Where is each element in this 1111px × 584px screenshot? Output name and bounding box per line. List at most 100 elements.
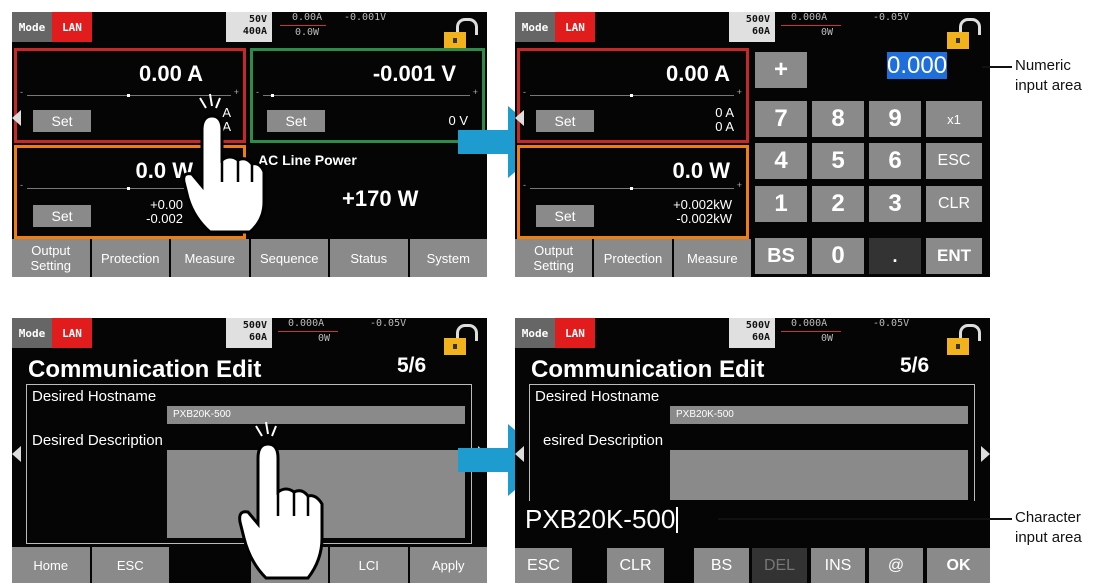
description-field[interactable]: [670, 450, 968, 500]
mode-indicator[interactable]: Mode: [12, 318, 52, 348]
lock-icon[interactable]: [444, 324, 478, 362]
screen-character-input: Mode LAN 500V 60A 0.000A 0W -0.05V Commun…: [515, 318, 990, 583]
current-setting-box[interactable]: 0.00 A Set 0 A0 A: [517, 48, 749, 143]
key-plus[interactable]: +: [755, 52, 807, 88]
numeric-display[interactable]: 0.000: [887, 52, 948, 80]
page-left-icon[interactable]: [12, 110, 21, 126]
current-limit-plus: 0 A: [715, 105, 734, 120]
key-backspace[interactable]: BS: [755, 238, 807, 274]
tab-bar: Output Setting Protection Measure: [515, 239, 751, 277]
numeric-input-annotation: Numeric input area: [1015, 57, 1082, 94]
tab-bar: Output Setting Protection Measure Sequen…: [12, 239, 487, 277]
power-limit-minus: -0.002kW: [676, 211, 732, 226]
character-input-field[interactable]: PXB20K-500: [525, 504, 679, 535]
mode-indicator[interactable]: Mode: [515, 12, 555, 42]
current-value: 0.00 A: [665, 61, 730, 86]
power-value: 0.0 W: [672, 158, 730, 183]
page-left-icon[interactable]: [515, 110, 524, 126]
current-limit-minus: 0 A: [715, 119, 734, 134]
key-6[interactable]: 6: [869, 143, 921, 179]
rating-voltage: 500V: [745, 320, 770, 331]
lan-indicator: LAN: [555, 12, 595, 42]
lan-indicator: LAN: [555, 318, 595, 348]
character-input-value: PXB20K-500: [525, 504, 676, 534]
tab-measure[interactable]: Measure: [673, 239, 751, 277]
lock-icon[interactable]: [947, 18, 981, 56]
power-set-button[interactable]: Set: [33, 205, 91, 227]
tab-apply[interactable]: Apply: [409, 547, 487, 583]
tab-protection[interactable]: Protection: [594, 239, 672, 277]
voltage-setting-box[interactable]: -0.001 V Set 0 V: [250, 48, 485, 143]
rating-display: 500V 60A: [729, 318, 775, 348]
monitor-power: 0W: [821, 27, 834, 38]
mode-indicator[interactable]: Mode: [12, 12, 52, 42]
key-enter[interactable]: ENT: [926, 238, 982, 274]
rating-voltage: 50V: [248, 14, 267, 25]
screen-output-setting: Mode LAN 50V 400A 0.00A 0.0W -0.001V 0.00…: [12, 12, 487, 277]
key-esc[interactable]: ESC: [515, 548, 572, 583]
hostname-field[interactable]: PXB20K-500: [670, 406, 968, 424]
key-x1[interactable]: x1: [926, 101, 982, 137]
page-right-icon[interactable]: [981, 446, 990, 462]
key-4[interactable]: 4: [755, 143, 807, 179]
tab-sequence[interactable]: Sequence: [250, 239, 328, 277]
monitor-current: 0.000A: [288, 318, 325, 329]
power-set-button[interactable]: Set: [536, 205, 594, 227]
key-insert[interactable]: INS: [811, 548, 865, 583]
key-clr[interactable]: CLR: [926, 186, 982, 222]
tab-home[interactable]: Home: [12, 547, 90, 583]
key-5[interactable]: 5: [812, 143, 864, 179]
tap-hand-icon: [238, 421, 324, 580]
monitor-power: 0W: [821, 333, 834, 344]
monitor-current: 0.000A: [791, 318, 828, 329]
monitor-current: 0.000A: [791, 12, 828, 23]
rating-display: 500V 60A: [729, 12, 775, 42]
key-esc[interactable]: ESC: [926, 143, 982, 179]
tab-system[interactable]: System: [409, 239, 487, 277]
key-ok[interactable]: OK: [927, 548, 990, 583]
current-set-button[interactable]: Set: [33, 110, 91, 132]
tab-output-setting[interactable]: Output Setting: [515, 239, 593, 277]
page-number: 5/6: [900, 354, 930, 377]
tab-esc[interactable]: ESC: [91, 547, 169, 583]
rating-current: 60A: [248, 332, 267, 343]
key-9[interactable]: 9: [869, 101, 921, 137]
hostname-label: Desired Hostname: [535, 388, 660, 405]
power-setting-box[interactable]: 0.0 W Set +0.002kW-0.002kW: [517, 145, 749, 239]
key-delete[interactable]: DEL: [752, 548, 807, 583]
key-1[interactable]: 1: [755, 186, 807, 222]
tab-lci[interactable]: LCI: [330, 547, 408, 583]
key-2[interactable]: 2: [812, 186, 864, 222]
power-limit-minus: -0.002: [146, 211, 183, 226]
lock-icon[interactable]: [947, 324, 981, 362]
key-3[interactable]: 3: [869, 186, 921, 222]
description-label: esired Description: [543, 432, 664, 449]
key-backspace[interactable]: BS: [694, 548, 749, 583]
tab-output-setting[interactable]: Output Setting: [12, 239, 90, 277]
rating-voltage: 500V: [745, 14, 770, 25]
page-left-icon[interactable]: [515, 446, 524, 462]
hostname-label: Desired Hostname: [32, 388, 157, 405]
key-clr[interactable]: CLR: [607, 548, 664, 583]
voltage-set-button[interactable]: Set: [267, 110, 325, 132]
monitor-voltage: -0.05V: [370, 318, 407, 329]
key-8[interactable]: 8: [812, 101, 864, 137]
tab-protection[interactable]: Protection: [91, 239, 169, 277]
lan-indicator: LAN: [52, 12, 92, 42]
monitor-voltage: -0.001V: [344, 12, 387, 23]
voltage-value: -0.001 V: [372, 61, 456, 86]
key-at[interactable]: @: [869, 548, 923, 583]
tap-hand-icon: [182, 93, 266, 234]
key-0[interactable]: 0: [812, 238, 864, 274]
page-left-icon[interactable]: [12, 446, 21, 462]
tab-status[interactable]: Status: [330, 239, 408, 277]
description-label: Desired Description: [32, 432, 163, 449]
mode-indicator[interactable]: Mode: [515, 318, 555, 348]
numeric-display-value: 0.000: [887, 52, 948, 79]
current-set-button[interactable]: Set: [536, 110, 594, 132]
key-decimal[interactable]: .: [869, 238, 921, 274]
key-7[interactable]: 7: [755, 101, 807, 137]
monitor-voltage: -0.05V: [873, 12, 910, 23]
rating-current: 400A: [242, 26, 267, 37]
tab-measure[interactable]: Measure: [171, 239, 249, 277]
